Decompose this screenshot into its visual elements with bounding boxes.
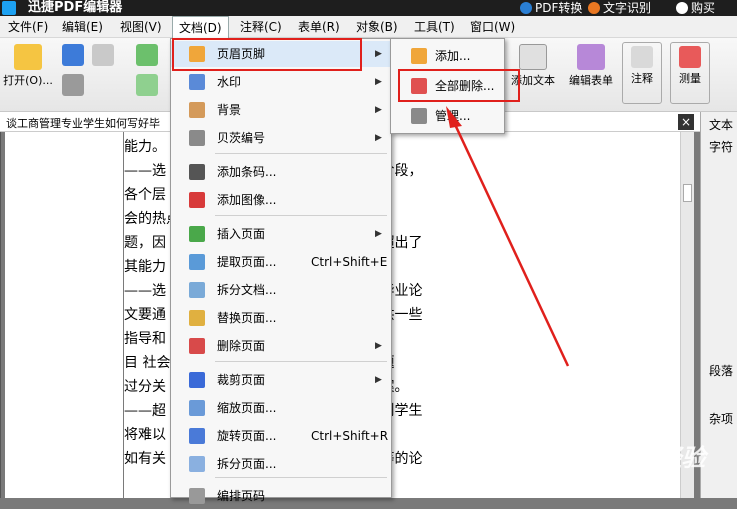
annotation-arrow bbox=[446, 106, 570, 367]
arrow-line bbox=[450, 117, 570, 367]
baidu-watermark: Baidu 经验 bbox=[572, 444, 706, 472]
arrow-head bbox=[446, 106, 462, 128]
